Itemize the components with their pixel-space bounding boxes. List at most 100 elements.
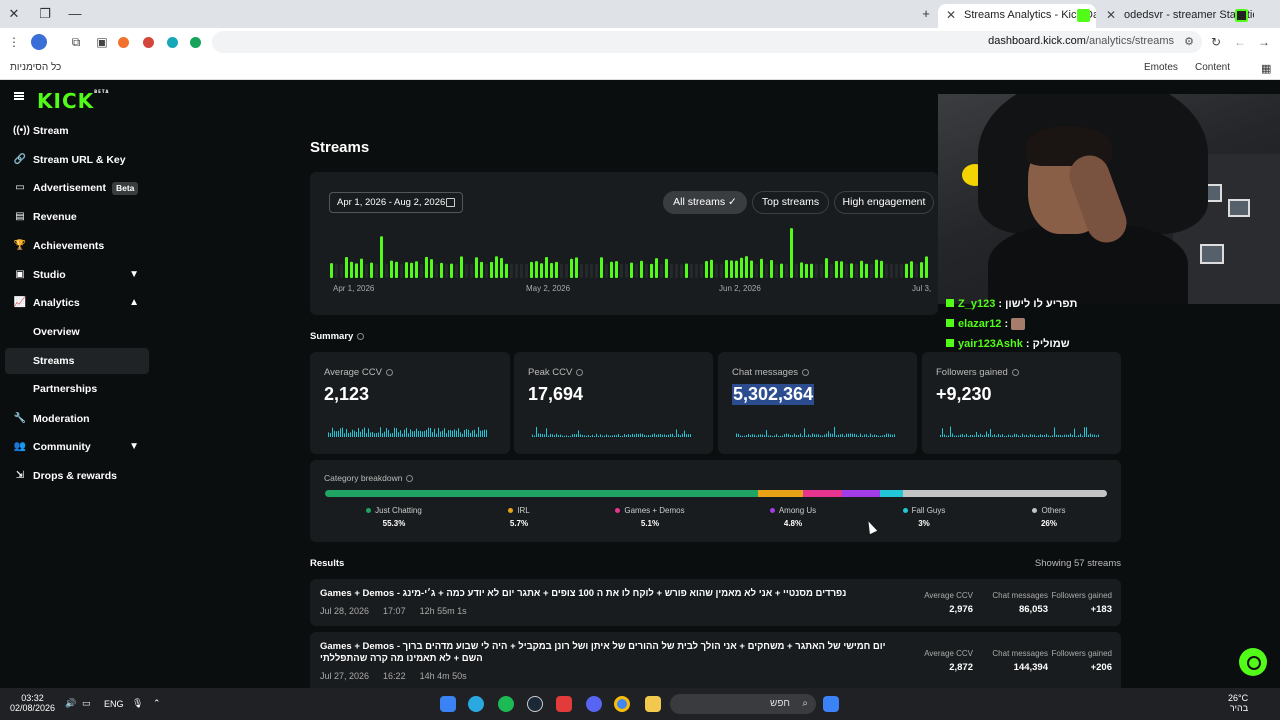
sparkline-bar — [472, 430, 473, 437]
sidebar-item-stream[interactable]: ((•)) Stream — [5, 118, 149, 144]
broadcast-icon: ((•)) — [13, 125, 30, 136]
sparkline-bar — [454, 429, 455, 437]
kick-logo[interactable]: KICKBETA — [37, 89, 109, 113]
info-icon[interactable] — [406, 475, 414, 483]
screenshot-icon[interactable]: ▣ — [94, 34, 110, 50]
address-bar[interactable]: dashboard.kick.com/analytics/streams ⚙ — [212, 31, 1202, 53]
sidebar-item-analytics[interactable]: 📈 Analytics ▲ — [5, 290, 149, 316]
sparkline-bar — [948, 435, 949, 437]
info-icon[interactable] — [1011, 368, 1019, 376]
sidebar-subitem-streams[interactable]: Streams — [5, 348, 149, 374]
info-icon[interactable] — [357, 332, 365, 340]
extension-orange-icon[interactable] — [118, 37, 129, 48]
sparkline-bar — [1060, 434, 1061, 437]
profile-icon[interactable] — [31, 34, 47, 50]
timeline-bar — [685, 263, 688, 278]
timeline-bar — [725, 260, 728, 278]
filter-all-streams[interactable]: All streams ✓ — [663, 191, 747, 214]
sidebar-item-drops-rewards[interactable]: ⇲ Drops & rewards — [5, 463, 149, 489]
sparkline-bar — [360, 431, 361, 437]
bookmark-emotes[interactable]: Emotes — [1144, 62, 1178, 73]
app-grid-icon[interactable] — [440, 696, 456, 712]
telegram-icon[interactable] — [468, 696, 484, 712]
restore-window-icon[interactable]: ❐ — [37, 6, 53, 22]
close-window-icon[interactable]: ✕ — [6, 6, 22, 22]
support-chat-button[interactable] — [1239, 648, 1267, 676]
windows-start-icon[interactable] — [823, 696, 839, 712]
sparkline-bar — [776, 434, 777, 437]
extension-green-icon[interactable] — [190, 37, 201, 48]
tab-close-icon[interactable]: ✕ — [1106, 4, 1116, 26]
sparkline-bar — [738, 433, 739, 437]
timeline-bar — [885, 264, 888, 278]
back-icon[interactable]: → — [1256, 34, 1272, 50]
site-settings-icon[interactable]: ⚙ — [1184, 35, 1194, 48]
stat-followers-gained: Followers gained +206 — [1051, 649, 1112, 673]
sparkline-bar — [468, 429, 469, 437]
sparkline-bar — [440, 431, 441, 437]
chevron-up-icon[interactable]: ⌃ — [153, 698, 161, 709]
discord-icon[interactable] — [586, 696, 602, 712]
sidebar-item-advertisement[interactable]: ▭ Advertisement Beta — [5, 175, 149, 201]
timeline-bar — [840, 261, 843, 278]
sidebar-item-community[interactable]: 👥 Community ▼ — [5, 434, 149, 460]
extensions-icon[interactable]: ⧉ — [68, 34, 84, 50]
chrome-icon[interactable] — [614, 696, 630, 712]
reload-icon[interactable]: ↻ — [1208, 34, 1224, 50]
sparkline-bar — [844, 435, 845, 437]
sidebar-item-achievements[interactable]: 🏆 Achievements — [5, 233, 149, 259]
sparkline-bar — [666, 435, 667, 437]
row-date: Jul 28, 2026 — [320, 606, 370, 616]
steam-icon[interactable] — [527, 696, 543, 712]
timeline-bar — [565, 264, 568, 278]
bookmark-content[interactable]: Content — [1195, 62, 1230, 73]
sidebar-item-moderation[interactable]: 🔧 Moderation — [5, 406, 149, 432]
timeline-bar — [815, 264, 818, 278]
language-indicator[interactable]: ENG — [104, 699, 124, 709]
filter-high-engagement[interactable]: High engagement — [834, 191, 934, 214]
file-explorer-icon[interactable] — [645, 696, 661, 712]
spotify-icon[interactable] — [498, 696, 514, 712]
taskbar-search[interactable]: חפש ⌕ — [670, 694, 816, 714]
info-icon[interactable] — [576, 368, 584, 376]
all-bookmarks-link[interactable]: כל הסימניות — [10, 62, 61, 73]
wrench-icon: 🔧 — [13, 413, 27, 424]
sparkline-bar — [640, 433, 641, 437]
menu-dots-icon[interactable]: ⋮ — [6, 34, 22, 50]
clock[interactable]: 03:32 02/08/2026 — [10, 693, 55, 713]
result-row-title[interactable]: Games + Demos - יום חמישי של האתגר + משח… — [320, 641, 890, 665]
forward-icon[interactable]: ← — [1232, 34, 1248, 50]
legend-others: Others 26% — [994, 506, 1104, 528]
sparkline-bar — [406, 427, 407, 437]
tab-streams-analytics[interactable]: ✕ Streams Analytics - Kick Dashb — [938, 4, 1096, 28]
display-icon[interactable]: ▭ — [82, 698, 91, 709]
sidebar-item-label: Community — [33, 441, 91, 453]
sidebar-subitem-overview[interactable]: Overview — [5, 319, 149, 345]
chevron-down-icon: ▼ — [129, 269, 139, 280]
tab-close-icon[interactable]: ✕ — [946, 4, 956, 26]
filter-top-streams[interactable]: Top streams — [752, 191, 829, 214]
result-row-title[interactable]: Games + Demos - נפרדים מסנטיי + אני לא מ… — [320, 588, 890, 600]
hamburger-menu-icon[interactable] — [14, 92, 24, 100]
microphone-icon[interactable]: 🎙 — [132, 698, 143, 709]
minimize-window-icon[interactable]: — — [67, 6, 83, 22]
category-stacked-bar — [325, 490, 1107, 497]
date-range-picker[interactable]: Apr 1, 2026 - Aug 2, 2026 — [329, 192, 463, 213]
sidebar-item-revenue[interactable]: ▤ Revenue — [5, 204, 149, 230]
sparkline-bar — [458, 428, 459, 437]
apps-grid-icon[interactable]: ▦ — [1261, 62, 1271, 75]
volume-icon[interactable]: 🔊 — [65, 698, 76, 709]
sidebar-item-stream-url-key[interactable]: 🔗 Stream URL & Key — [5, 147, 149, 173]
new-tab-icon[interactable]: + — [918, 6, 934, 22]
sparkline-bar — [1030, 434, 1031, 437]
extension-red-icon[interactable] — [143, 37, 154, 48]
red-app-icon[interactable] — [556, 696, 572, 712]
weather-widget[interactable]: 26°C בהיר — [1228, 693, 1248, 713]
sidebar-subitem-partnerships[interactable]: Partnerships — [5, 376, 149, 402]
sidebar-item-studio[interactable]: ▣ Studio ▼ — [5, 262, 149, 288]
sparkline-bar — [556, 433, 557, 437]
extension-teal-icon[interactable] — [167, 37, 178, 48]
info-icon[interactable] — [802, 368, 810, 376]
info-icon[interactable] — [385, 368, 393, 376]
tab-streamer-statistics[interactable]: ✕ odedsvr - streamer Statistics — [1098, 4, 1254, 28]
